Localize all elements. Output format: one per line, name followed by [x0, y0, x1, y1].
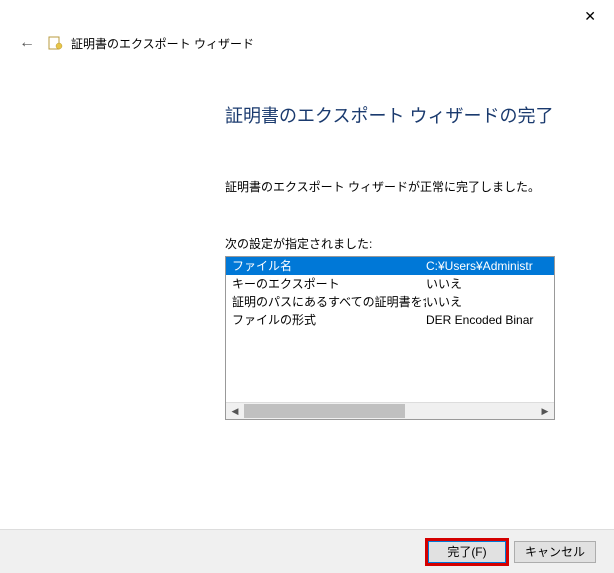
status-message: 証明書のエクスポート ウィザードが正常に完了しました。 — [225, 178, 574, 195]
wizard-header: ← 証明書のエクスポート ウィザード — [0, 0, 614, 54]
settings-label: 次の設定が指定されました: — [225, 235, 574, 252]
cell-value: いいえ — [426, 293, 554, 311]
table-row[interactable]: 証明のパスにあるすべての証明書を含める いいえ — [226, 293, 554, 311]
cell-value: いいえ — [426, 275, 554, 293]
cell-key: キーのエクスポート — [226, 275, 426, 293]
scroll-left-icon[interactable]: ◀ — [228, 404, 242, 418]
wizard-title: 証明書のエクスポート ウィザード — [71, 35, 254, 52]
horizontal-scrollbar[interactable]: ◀ ▶ — [226, 402, 554, 419]
button-bar: 完了(F) キャンセル — [0, 529, 614, 573]
cell-key: ファイルの形式 — [226, 311, 426, 329]
finish-button[interactable]: 完了(F) — [428, 541, 506, 563]
cancel-button[interactable]: キャンセル — [514, 541, 596, 563]
scroll-right-icon[interactable]: ▶ — [538, 404, 552, 418]
settings-table: ファイル名 C:¥Users¥Administr キーのエクスポート いいえ 証… — [225, 256, 555, 420]
cell-key: 証明のパスにあるすべての証明書を含める — [226, 293, 426, 311]
page-title: 証明書のエクスポート ウィザードの完了 — [225, 102, 574, 128]
table-row[interactable]: ファイルの形式 DER Encoded Binar — [226, 311, 554, 329]
table-row[interactable]: キーのエクスポート いいえ — [226, 275, 554, 293]
cell-key: ファイル名 — [226, 257, 426, 275]
cell-value: DER Encoded Binar — [426, 311, 554, 329]
cell-value: C:¥Users¥Administr — [426, 257, 554, 275]
table-row[interactable]: ファイル名 C:¥Users¥Administr — [226, 257, 554, 275]
scroll-track[interactable] — [244, 404, 536, 418]
close-button[interactable]: ✕ — [576, 4, 604, 29]
content-area: 証明書のエクスポート ウィザードの完了 証明書のエクスポート ウィザードが正常に… — [0, 54, 614, 420]
scroll-thumb[interactable] — [244, 404, 405, 418]
back-arrow-icon[interactable]: ← — [15, 32, 39, 54]
table-body: ファイル名 C:¥Users¥Administr キーのエクスポート いいえ 証… — [226, 257, 554, 402]
certificate-icon — [47, 35, 63, 51]
